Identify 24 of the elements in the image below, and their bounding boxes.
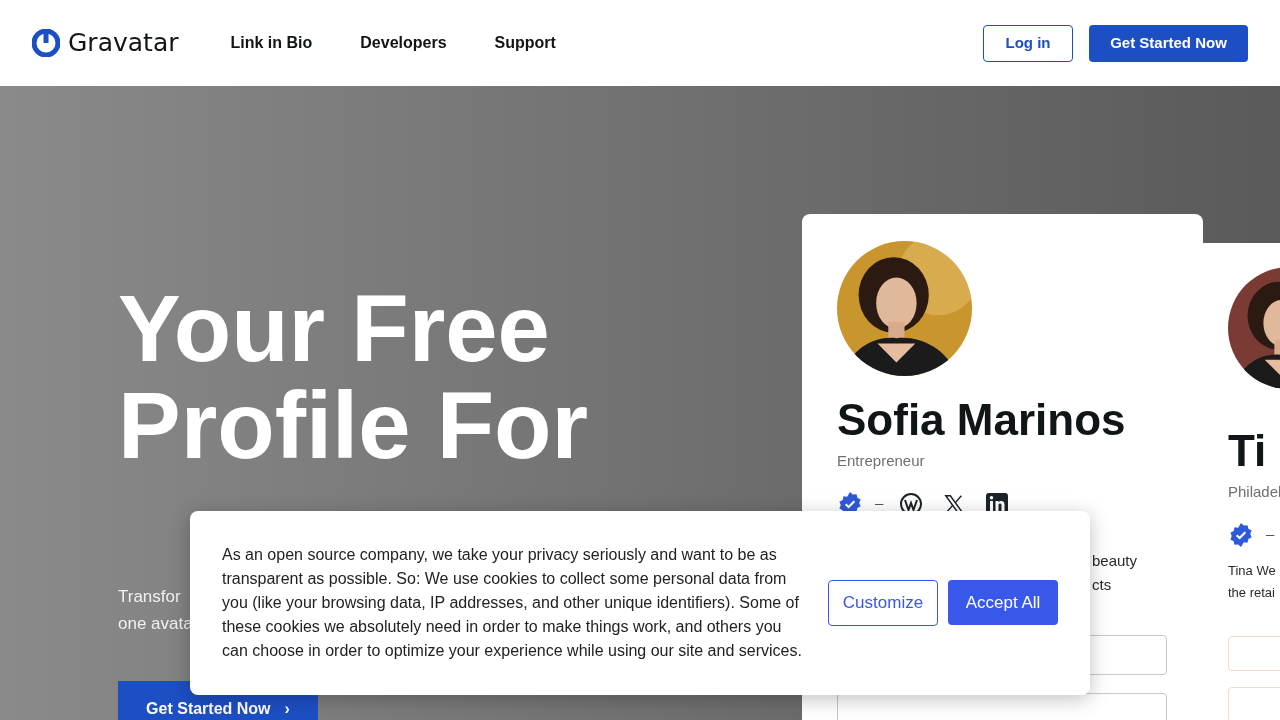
get-started-button[interactable]: Get Started Now: [1089, 24, 1248, 62]
hero-subtitle: Transfor: [118, 586, 181, 608]
bio-text: the retai: [1228, 583, 1276, 602]
profile-tagline: Philadel: [1228, 482, 1280, 502]
power-logo-icon[interactable]: [32, 29, 60, 57]
customize-button[interactable]: Customize: [828, 580, 938, 626]
verified-badge-icon: [1228, 521, 1254, 548]
profile-tagline: Entrepreneur: [837, 451, 926, 471]
bio-text: cts: [1092, 574, 1113, 595]
hero-headline: Profile For: [118, 377, 589, 474]
hero-headline: Your Free: [118, 280, 550, 377]
nav-link[interactable]: Support: [494, 31, 556, 55]
accept-button[interactable]: Accept All: [948, 580, 1058, 625]
profile-name: Ti: [1228, 425, 1268, 477]
nav-link[interactable]: Developers: [360, 31, 447, 55]
separator-dash: –: [1266, 524, 1275, 545]
logo-wordmark[interactable]: Gravatar: [68, 24, 179, 62]
bio-text: beauty: [1092, 550, 1139, 571]
login-button[interactable]: Log in: [983, 24, 1073, 62]
nav-link[interactable]: Link in Bio: [230, 31, 313, 55]
profile-name: Sofia Marinos: [837, 394, 1127, 446]
cookie-notice-text: As an open source company, we take your privacy seriously and want to be as transparent as possible. So: We use cookies to collect some personal data from you (like your browsing data, IP addresses, and other unique identifiers). Some of these cookies we absolutely need in order to make things work, and others you can choose in order to optimize your experience while using our site and services.: [222, 545, 803, 661]
separator-dash: –: [875, 493, 884, 514]
bio-text: Tina We: [1228, 561, 1277, 580]
